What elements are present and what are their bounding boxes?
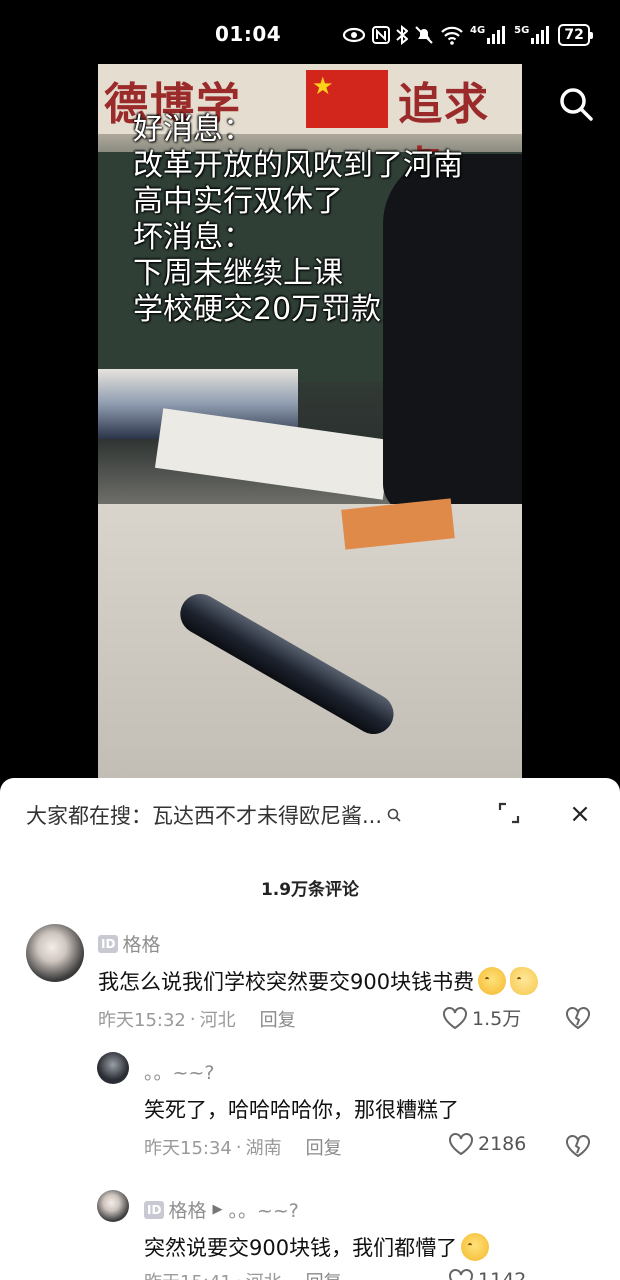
like-button[interactable]: 1142 [448,1268,526,1280]
comment-body[interactable]: 笑死了，哈哈哈哈你，那很糟糕了 [144,1094,459,1124]
comment-meta: 昨天15:34 · 湖南 回复 [144,1134,342,1160]
search-icon[interactable] [556,84,596,124]
status-icons: 4G 5G 72 [342,22,594,48]
separator: · [236,1271,242,1280]
mute-icon [414,25,434,45]
status-time: 01:04 [215,22,282,46]
search-icon [387,808,401,822]
nfc-icon [372,26,390,44]
hot-search-bar[interactable]: 大家都在搜： 瓦达西不才未得欧尼酱... [26,800,402,830]
battery-level: 72 [564,27,584,43]
comment-count: 1.9万条评论 [260,880,360,900]
id-badge: ID [98,934,119,953]
caption-line: 改革开放的风吹到了河南 [133,148,463,183]
heart-icon [449,1133,473,1156]
hot-search-label: 大家都在搜： [26,804,152,828]
username-text[interactable]: 格格 [122,930,160,957]
like-count: 2186 [478,1133,527,1155]
hot-search-query[interactable]: 瓦达西不才未得欧尼酱... [152,800,382,830]
comment-location: 河北 [199,1010,236,1031]
caption-line: 坏消息： [133,220,253,255]
close-button[interactable]: × [566,800,594,828]
comment-body[interactable]: 突然说要交900块钱，我们都懵了 [144,1232,457,1262]
heart-icon [449,1269,473,1280]
comment-text[interactable]: 我怎么说我们学校突然要交900块钱书费 [98,966,539,996]
smile-emoji-icon [478,967,507,995]
reply-button[interactable]: 回复 [306,1134,342,1160]
username-text[interactable]: 。。~~? [144,1058,214,1085]
separator: · [235,1136,242,1158]
like-button[interactable]: 2186 [448,1132,526,1156]
comment-username[interactable]: ID 格格 [98,930,160,957]
video-player[interactable]: 德博学 ★ 追求卓 好消息： 改革开放的风吹到了河南 高中实行双休了 坏消息： … [0,64,620,779]
caption-line: 好消息： [133,112,253,147]
signal-icon: 4G [470,26,508,44]
reply-button[interactable]: 回复 [306,1268,342,1280]
comment-meta: 昨天15:32 · 河北 回复 [98,1006,296,1032]
id-badge: ID [144,1200,165,1219]
avatar[interactable] [26,924,84,982]
video-frame[interactable]: 德博学 ★ 追求卓 好消息： 改革开放的风吹到了河南 高中实行双休了 坏消息： … [98,64,522,779]
comment-time: 昨天15:32 [98,1010,186,1031]
comment-panel: 大家都在搜： 瓦达西不才未得欧尼酱... × 1.9万条评论 ID 格格 我怎么… [0,778,620,1280]
like-count: 1.5万 [472,1008,522,1030]
avatar[interactable] [97,1190,129,1222]
battery-icon: 72 [558,24,594,46]
separator: · [189,1008,196,1030]
comment-body[interactable]: 我怎么说我们学校突然要交900块钱书费 [98,966,474,996]
comment-username[interactable]: ID 格格 ▶ 。。~~? [144,1196,299,1223]
reply-button[interactable]: 回复 [260,1006,296,1032]
caption-line: 高中实行双休了 [133,184,343,219]
comment-time: 昨天15:41 [144,1268,232,1280]
desk-surface [98,504,522,779]
heart-icon [443,1006,467,1029]
comment-location: 湖南 [245,1138,282,1159]
comment-location: 河北 [246,1268,282,1280]
video-caption: 好消息： 改革开放的风吹到了河南 高中实行双休了 坏消息： 下周末继续上课 学校… [133,112,463,328]
comment-time: 昨天15:34 [144,1138,232,1159]
username-text[interactable]: 格格 [168,1196,206,1223]
like-count: 1142 [478,1269,527,1280]
comment-meta: 昨天15:41 · 河北 回复 [144,1268,342,1280]
comment-text[interactable]: 笑死了，哈哈哈哈你，那很糟糕了 [144,1094,459,1124]
network-label-2: 5G [514,25,530,36]
signal-icon: 5G [514,26,552,44]
wave-emoji-icon [510,967,539,995]
wifi-icon [440,25,464,45]
reply-arrow-icon: ▶ [212,1202,223,1217]
comment-username[interactable]: 。。~~? [144,1058,214,1085]
caption-line: 学校硬交20万罚款 [133,292,382,327]
network-label-1: 4G [470,25,486,36]
reply-to-username[interactable]: 。。~~? [228,1196,298,1223]
status-bar: 01:04 4G 5G 72 [0,0,620,64]
comment-text[interactable]: 突然说要交900块钱，我们都懵了 [144,1232,490,1262]
broken-heart-icon[interactable] [565,1134,591,1158]
bluetooth-icon [396,25,408,45]
smile-emoji-icon [461,1233,490,1261]
caption-line: 下周末继续上课 [133,256,343,291]
broken-heart-icon[interactable] [565,1006,591,1030]
expand-icon[interactable] [496,800,522,826]
eye-icon [342,27,366,43]
like-button[interactable]: 1.5万 [442,1004,521,1031]
avatar[interactable] [97,1052,129,1084]
